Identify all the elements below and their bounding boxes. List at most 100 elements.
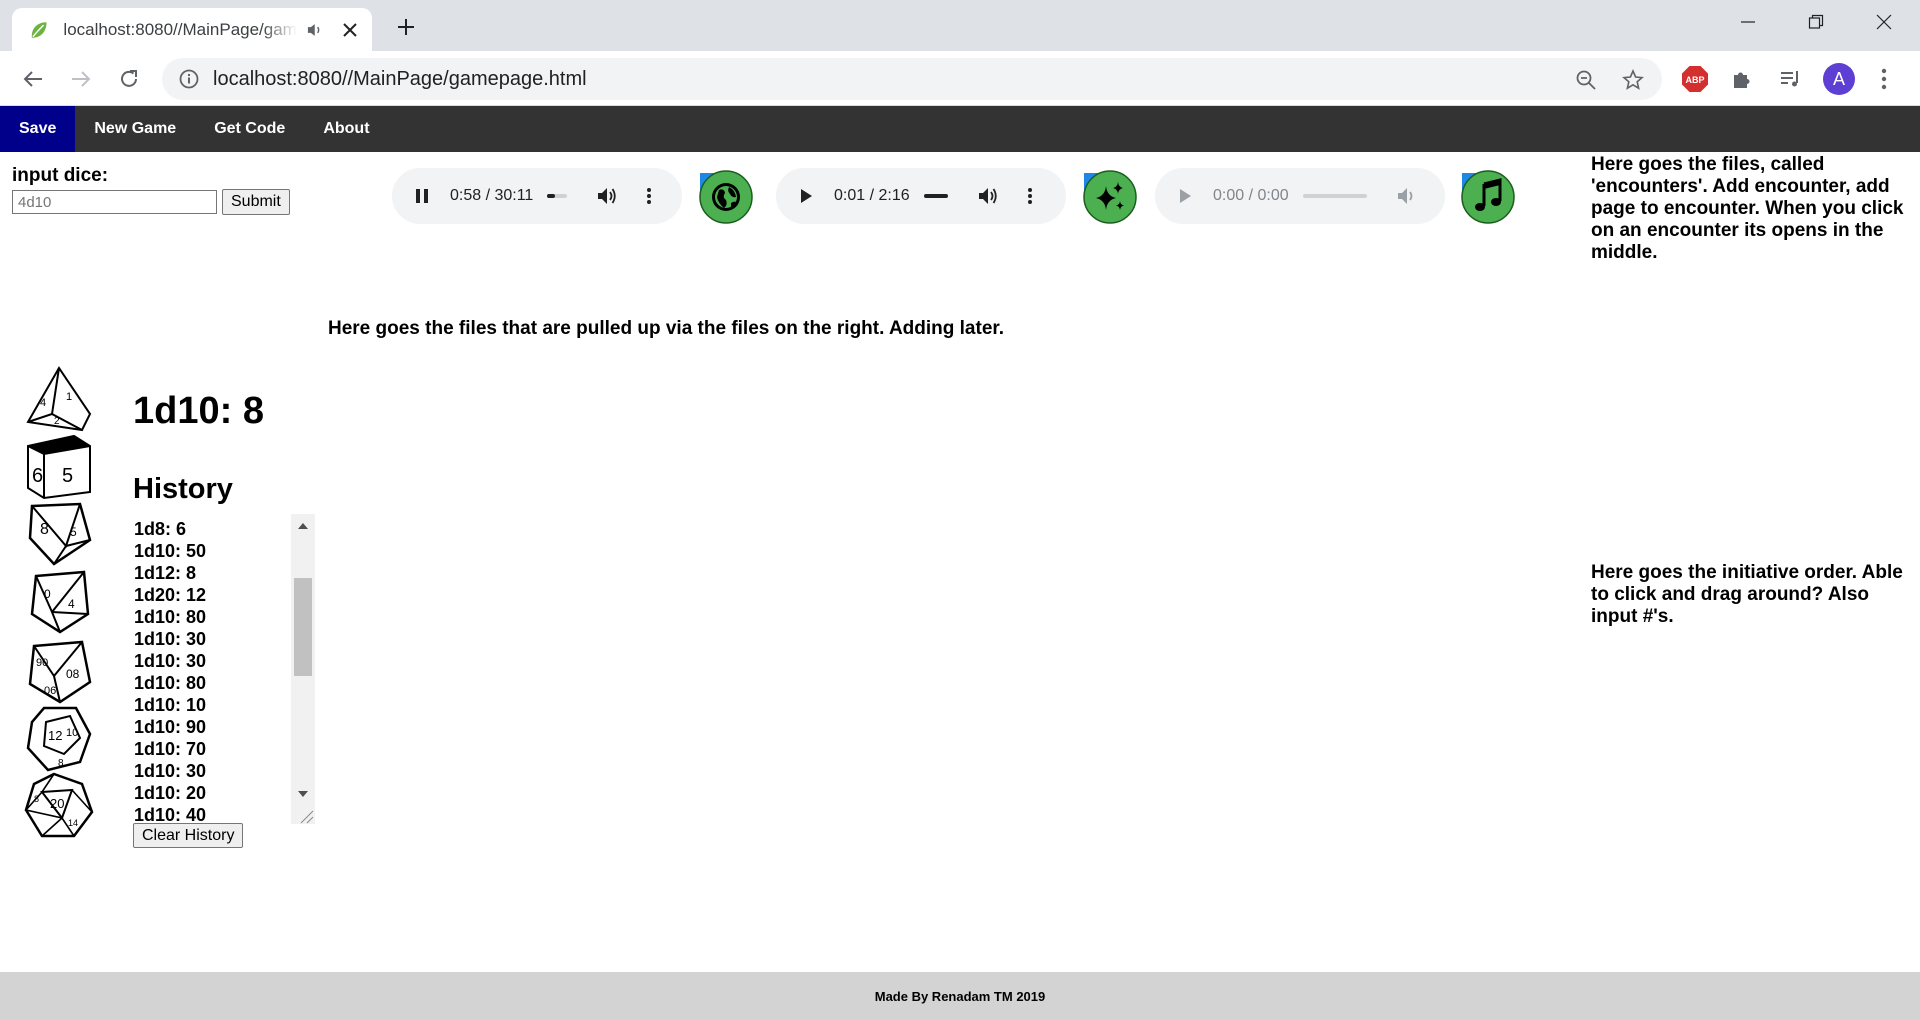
svg-text:8: 8 bbox=[58, 758, 64, 769]
svg-text:8: 8 bbox=[40, 521, 49, 538]
svg-text:6: 6 bbox=[32, 465, 43, 487]
d20-icon[interactable]: 20 8 14 bbox=[24, 772, 94, 840]
audio-player-3[interactable]: 0:00 / 0:00 bbox=[1155, 168, 1445, 224]
audio-time: 0:01 / 2:16 bbox=[834, 187, 910, 204]
browser-toolbar: localhost:8080//MainPage/gamepage.html A… bbox=[0, 51, 1920, 106]
page-content: Save New Game Get Code About input dice:… bbox=[0, 106, 1920, 1020]
audio-player-2[interactable]: 0:01 / 2:16 bbox=[776, 168, 1066, 224]
svg-text:1: 1 bbox=[66, 391, 72, 403]
extensions-puzzle-icon[interactable] bbox=[1728, 65, 1756, 93]
bookmark-star-icon[interactable] bbox=[1621, 68, 1645, 92]
svg-text:0: 0 bbox=[44, 587, 51, 601]
play-icon[interactable] bbox=[794, 184, 818, 208]
svg-text:2: 2 bbox=[54, 416, 60, 427]
dice-buttons: 4 1 2 6 5 8 5 0 4 90 08 06 12 10 8 20 8 … bbox=[24, 364, 96, 840]
audio-time: 0:58 / 30:11 bbox=[450, 187, 534, 204]
audio-player-1[interactable]: 0:58 / 30:11 bbox=[392, 168, 682, 224]
scrollbar-thumb[interactable] bbox=[294, 578, 312, 676]
close-window-icon[interactable] bbox=[1870, 8, 1898, 36]
history-item: 1d10: 30 bbox=[134, 761, 207, 781]
roll-result: 1d10: 8 bbox=[133, 390, 264, 432]
audio-seek-bar[interactable] bbox=[1302, 194, 1367, 198]
svg-text:5: 5 bbox=[70, 525, 77, 539]
d4-icon[interactable]: 4 1 2 bbox=[24, 364, 94, 432]
zoom-out-icon[interactable] bbox=[1574, 68, 1598, 92]
history-item: 1d8: 6 bbox=[134, 519, 187, 539]
d6-icon[interactable]: 6 5 bbox=[24, 432, 94, 500]
svg-text:ABP: ABP bbox=[1685, 75, 1704, 85]
browser-tab[interactable]: localhost:8080//MainPage/gamepage.html bbox=[12, 8, 372, 51]
clear-history-button[interactable]: Clear History bbox=[133, 823, 244, 848]
svg-text:14: 14 bbox=[68, 818, 78, 828]
reload-icon[interactable] bbox=[114, 64, 144, 94]
globe-icon[interactable] bbox=[698, 170, 754, 224]
more-options-icon[interactable] bbox=[637, 184, 661, 208]
volume-icon[interactable] bbox=[976, 184, 1000, 208]
back-arrow-icon[interactable] bbox=[18, 64, 48, 94]
minimize-icon[interactable] bbox=[1734, 8, 1762, 36]
site-info-icon[interactable] bbox=[178, 68, 200, 90]
history-item: 1d10: 90 bbox=[134, 717, 207, 737]
play-icon[interactable] bbox=[1173, 184, 1197, 208]
history-scrollbar[interactable] bbox=[291, 514, 315, 824]
history-item: 1d10: 20 bbox=[134, 783, 207, 803]
svg-text:08: 08 bbox=[66, 667, 80, 681]
svg-text:4: 4 bbox=[68, 597, 75, 611]
dice-input[interactable] bbox=[12, 190, 217, 214]
media-queue-icon[interactable] bbox=[1776, 65, 1804, 93]
audio-seek-bar[interactable] bbox=[547, 194, 568, 198]
svg-text:06: 06 bbox=[44, 685, 56, 697]
audio-seek-bar[interactable] bbox=[923, 194, 948, 198]
audio-time: 0:00 / 0:00 bbox=[1213, 187, 1289, 204]
svg-text:12: 12 bbox=[48, 728, 62, 743]
forward-arrow-icon[interactable] bbox=[66, 64, 96, 94]
history-item: 1d10: 30 bbox=[134, 629, 207, 649]
history-list: 1d8: 6 1d10: 50 1d12: 8 1d20: 12 1d10: 8… bbox=[134, 518, 289, 824]
more-options-icon[interactable] bbox=[1018, 184, 1042, 208]
scroll-down-arrow-icon[interactable] bbox=[297, 788, 309, 800]
history-item: 1d10: 10 bbox=[134, 695, 207, 715]
history-heading: History bbox=[133, 473, 233, 505]
url-text[interactable]: localhost:8080//MainPage/gamepage.html bbox=[213, 68, 587, 91]
svg-text:90: 90 bbox=[36, 657, 48, 669]
nav-get-code[interactable]: Get Code bbox=[195, 106, 304, 152]
history-item: 1d10: 40 bbox=[134, 805, 207, 824]
d8-icon[interactable]: 8 5 bbox=[24, 500, 94, 568]
svg-text:5: 5 bbox=[62, 465, 73, 487]
main-content-text: Here goes the files that are pulled up v… bbox=[328, 318, 1005, 339]
music-note-icon[interactable] bbox=[1460, 170, 1516, 224]
d10-icon[interactable]: 0 4 bbox=[24, 568, 94, 636]
adblock-icon[interactable]: ABP bbox=[1681, 65, 1709, 93]
volume-icon[interactable] bbox=[595, 184, 619, 208]
top-navbar: Save New Game Get Code About bbox=[0, 106, 1920, 152]
submit-button[interactable]: Submit bbox=[222, 189, 290, 215]
address-bar[interactable]: localhost:8080//MainPage/gamepage.html bbox=[162, 58, 1662, 100]
spring-leaf-icon bbox=[31, 21, 47, 38]
browser-menu-icon[interactable] bbox=[1870, 65, 1898, 93]
close-tab-icon[interactable] bbox=[339, 18, 362, 42]
page-footer: Made By Renadam TM 2019 bbox=[0, 972, 1920, 1020]
nav-about[interactable]: About bbox=[304, 106, 388, 152]
tab-title: localhost:8080//MainPage/gamepage.html bbox=[63, 19, 297, 39]
svg-text:8: 8 bbox=[34, 794, 39, 804]
speaker-icon[interactable] bbox=[305, 20, 324, 40]
pause-icon[interactable] bbox=[410, 184, 434, 208]
svg-text:10: 10 bbox=[66, 727, 78, 739]
resize-grip-icon[interactable] bbox=[291, 808, 315, 824]
browser-tabstrip: localhost:8080//MainPage/gamepage.html bbox=[0, 0, 1920, 51]
nav-save[interactable]: Save bbox=[0, 106, 76, 152]
restore-icon[interactable] bbox=[1802, 8, 1830, 36]
sparkles-icon[interactable] bbox=[1082, 170, 1138, 224]
d100-icon[interactable]: 90 08 06 bbox=[24, 636, 94, 704]
history-list-box[interactable]: 1d8: 6 1d10: 50 1d12: 8 1d20: 12 1d10: 8… bbox=[133, 514, 315, 824]
d12-icon[interactable]: 12 10 8 bbox=[24, 704, 94, 772]
profile-avatar[interactable]: A bbox=[1823, 63, 1855, 95]
volume-icon[interactable] bbox=[1395, 184, 1419, 208]
history-item: 1d10: 50 bbox=[134, 541, 207, 561]
scroll-up-arrow-icon[interactable] bbox=[297, 520, 309, 532]
svg-text:4: 4 bbox=[40, 397, 46, 409]
history-item: 1d12: 8 bbox=[134, 563, 197, 583]
new-tab-icon[interactable] bbox=[392, 13, 420, 41]
encounters-panel-text: Here goes the files, called 'encounters'… bbox=[1591, 154, 1904, 263]
nav-new-game[interactable]: New Game bbox=[75, 106, 195, 152]
